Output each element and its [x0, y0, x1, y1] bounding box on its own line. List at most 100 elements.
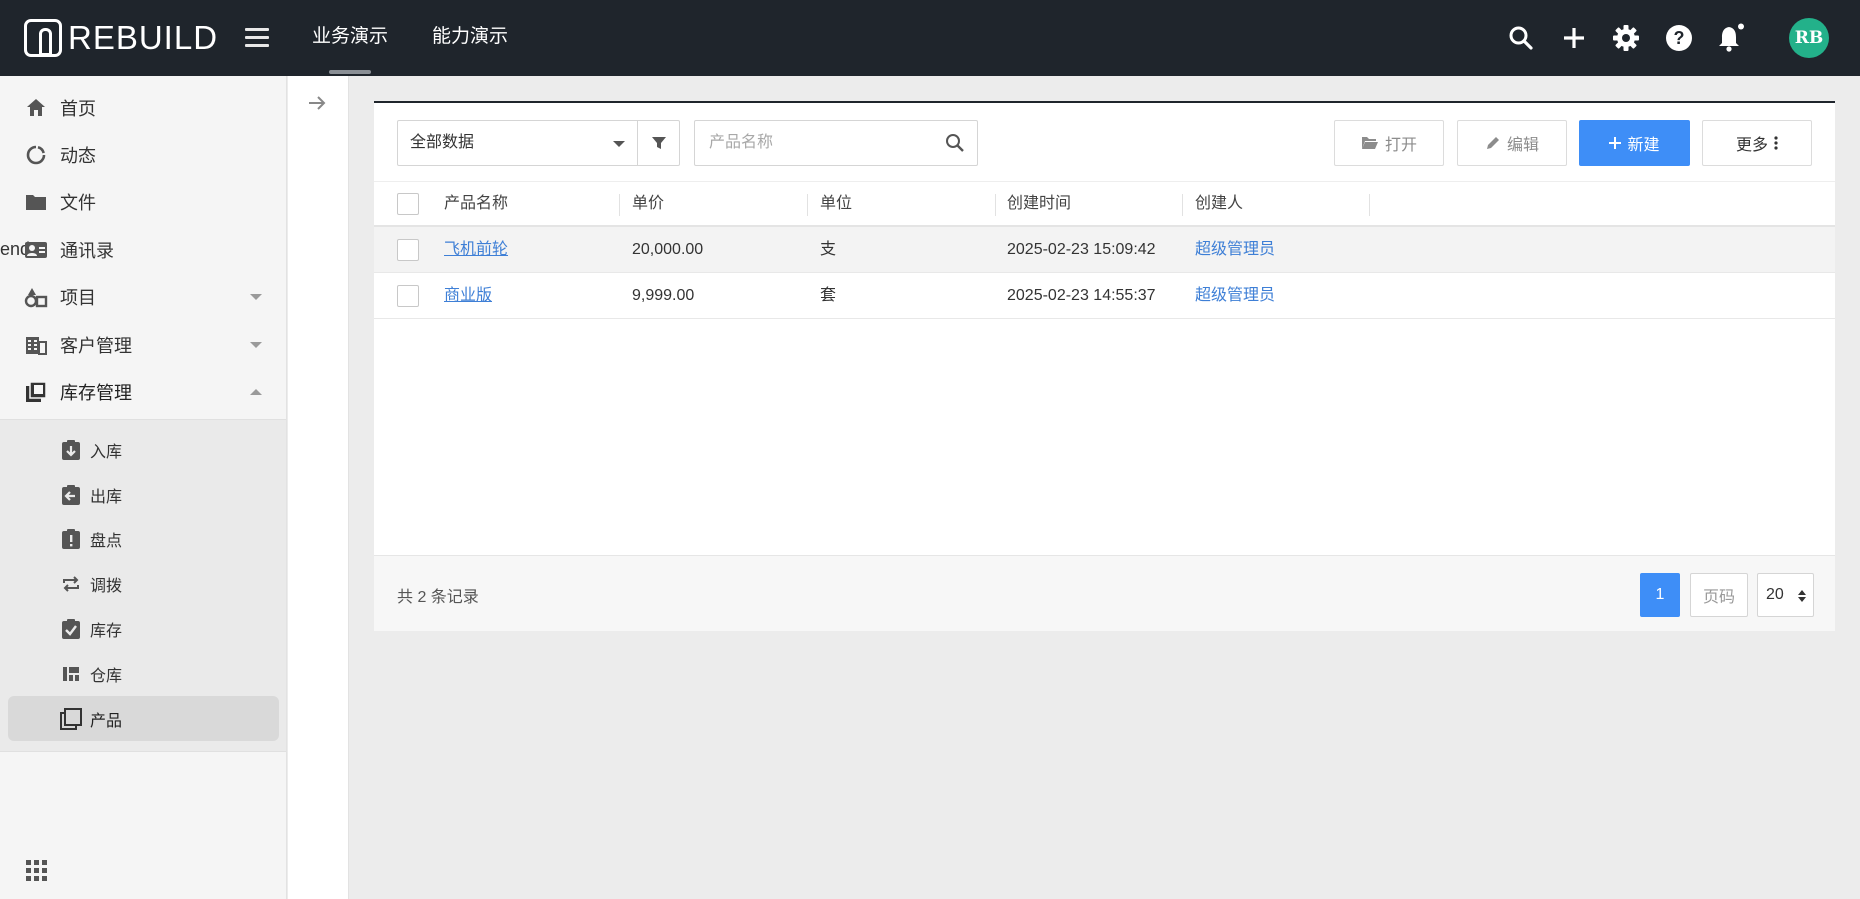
sort-arrows-icon [1798, 590, 1806, 602]
open-button-label: 打开 [1384, 137, 1417, 154]
sidebar-item-transfer[interactable]: 调拨 [8, 561, 279, 606]
table-row[interactable]: 飞机前轮 20,000.00 支 2025-02-23 15:09:42 超级管… [374, 227, 1835, 273]
column-header-name[interactable]: 产品名称 [444, 182, 508, 226]
caret-down-icon [613, 141, 625, 147]
product-name-link[interactable]: 飞机前轮 [444, 241, 508, 258]
new-button-label: 新建 [1627, 137, 1660, 154]
page-size-select[interactable]: 20 [1757, 573, 1814, 617]
page-number-input[interactable]: 页码 [1690, 573, 1748, 617]
search-input[interactable] [695, 121, 935, 165]
nav-tab-label: 业务演示 [312, 26, 389, 47]
edit-button[interactable]: 编辑 [1457, 120, 1567, 166]
sidebar-item-label: 文件 [60, 192, 96, 213]
row-checkbox[interactable] [397, 239, 419, 261]
column-header-unit[interactable]: 单位 [820, 182, 852, 226]
data-filter-select[interactable]: 全部数据 [397, 120, 638, 166]
sidebar-item-label: 动态 [60, 145, 96, 166]
sidebar-item-customers[interactable]: 客户管理 [0, 321, 286, 368]
list-toolbar: 全部数据 打开 编辑 新建 更多 [374, 103, 1835, 181]
gear-icon[interactable] [1610, 22, 1642, 54]
more-button-label: 更多 [1735, 137, 1768, 154]
sidebar-item-warehouse[interactable]: 仓库 [8, 651, 279, 696]
menu-toggle-icon[interactable] [245, 28, 269, 48]
product-icon [60, 707, 82, 730]
sidebar-item-stock-out[interactable]: 出库 [8, 472, 279, 517]
product-list-panel: 全部数据 打开 编辑 新建 更多 产品名称 [374, 101, 1835, 631]
home-icon [24, 96, 48, 120]
contacts-icon [24, 238, 48, 262]
creator-link[interactable]: 超级管理员 [1195, 273, 1275, 319]
sidebar-item-inventory[interactable]: 库存管理 [0, 368, 286, 415]
help-icon[interactable]: ? [1663, 22, 1695, 54]
sidebar-item-stock[interactable]: 库存 [8, 606, 279, 651]
secondary-nav-column [288, 76, 349, 899]
column-header-creator[interactable]: 创建人 [1195, 182, 1243, 226]
sidebar-item-contacts[interactable]: 通讯录 end [0, 226, 286, 273]
sidebar-item-feed[interactable]: 动态 [0, 131, 286, 178]
sidebar-item-files[interactable]: 文件 [0, 178, 286, 225]
folder-open-icon [1361, 137, 1378, 149]
price-cell: 9,999.00 [632, 287, 695, 304]
chevron-down-icon [250, 341, 262, 348]
edit-button-label: 编辑 [1506, 137, 1539, 154]
sidebar-item-label: 产品 [90, 712, 123, 730]
app-logo[interactable]: REBUILD [24, 19, 218, 57]
project-icon [24, 285, 48, 309]
pencil-icon [1486, 137, 1499, 149]
open-button[interactable]: 打开 [1334, 120, 1444, 166]
sidebar-item-home[interactable]: 首页 [0, 84, 286, 131]
plus-icon[interactable] [1558, 22, 1590, 54]
search-icon[interactable] [1505, 22, 1537, 54]
feed-icon [24, 143, 48, 167]
chevron-down-icon [250, 293, 262, 300]
creator-link[interactable]: 超级管理员 [1195, 227, 1275, 273]
unit-cell: 支 [820, 241, 837, 258]
sidebar-item-label: 盘点 [90, 532, 123, 550]
row-checkbox[interactable] [397, 285, 419, 307]
table-row[interactable]: 商业版 9,999.00 套 2025-02-23 14:55:37 超级管理员 [374, 273, 1835, 319]
user-avatar[interactable]: RB [1789, 18, 1829, 58]
search-field[interactable] [694, 120, 978, 166]
sidebar-item-label: 通讯录 [60, 240, 114, 261]
arrow-right-icon[interactable] [306, 92, 328, 119]
column-header-price[interactable]: 单价 [632, 182, 664, 226]
stock-in-icon [60, 439, 82, 461]
sidebar-item-label: 出库 [90, 488, 123, 506]
chevron-up-icon [250, 388, 262, 395]
sidebar-item-label: 首页 [60, 98, 96, 119]
sidebar-item-projects[interactable]: 项目 [0, 273, 286, 320]
stock-icon [60, 618, 82, 640]
page-size-value: 20 [1766, 586, 1784, 603]
stocktake-icon [60, 528, 82, 550]
more-button[interactable]: 更多 [1702, 120, 1812, 166]
sidebar-item-stock-in[interactable]: 入库 [8, 427, 279, 472]
price-cell: 20,000.00 [632, 241, 704, 258]
product-name-link[interactable]: 商业版 [444, 287, 492, 304]
sidebar-item-label: 库存管理 [60, 382, 132, 403]
advanced-filter-button[interactable] [638, 120, 680, 166]
plus-icon [1609, 137, 1622, 149]
nav-tab-business-demo[interactable]: 业务演示 [312, 0, 388, 76]
stock-out-icon [60, 484, 82, 506]
sidebar-item-label: 调拨 [90, 577, 123, 595]
sidebar: 首页 动态 文件 通讯录 end 项目 客户管理 库存管理 入库 出库 盘点 调… [0, 76, 287, 899]
sidebar-item-label: 项目 [60, 287, 96, 308]
bell-icon[interactable] [1715, 22, 1747, 54]
sidebar-item-stocktake[interactable]: 盘点 [8, 516, 279, 561]
table-header: 产品名称 单价 单位 创建时间 创建人 [374, 181, 1835, 227]
funnel-icon [651, 137, 666, 149]
table-footer: 共 2 条记录 1 页码 20 [374, 555, 1835, 631]
data-filter-value: 全部数据 [410, 134, 475, 151]
new-button[interactable]: 新建 [1579, 120, 1690, 166]
vertical-dots-icon [1774, 136, 1778, 150]
search-icon[interactable] [945, 133, 965, 158]
apps-grid-icon[interactable] [26, 860, 48, 887]
nav-tab-capability-demo[interactable]: 能力演示 [432, 0, 508, 76]
inventory-submenu: 入库 出库 盘点 调拨 库存 仓库 产品 [0, 419, 286, 752]
sidebar-item-products[interactable]: 产品 [8, 696, 279, 741]
sidebar-item-label: 仓库 [90, 667, 123, 685]
column-header-created-time[interactable]: 创建时间 [1007, 182, 1071, 226]
page-button-current[interactable]: 1 [1640, 573, 1680, 617]
select-all-checkbox[interactable] [397, 193, 419, 215]
sidebar-item-label: 客户管理 [60, 335, 132, 356]
